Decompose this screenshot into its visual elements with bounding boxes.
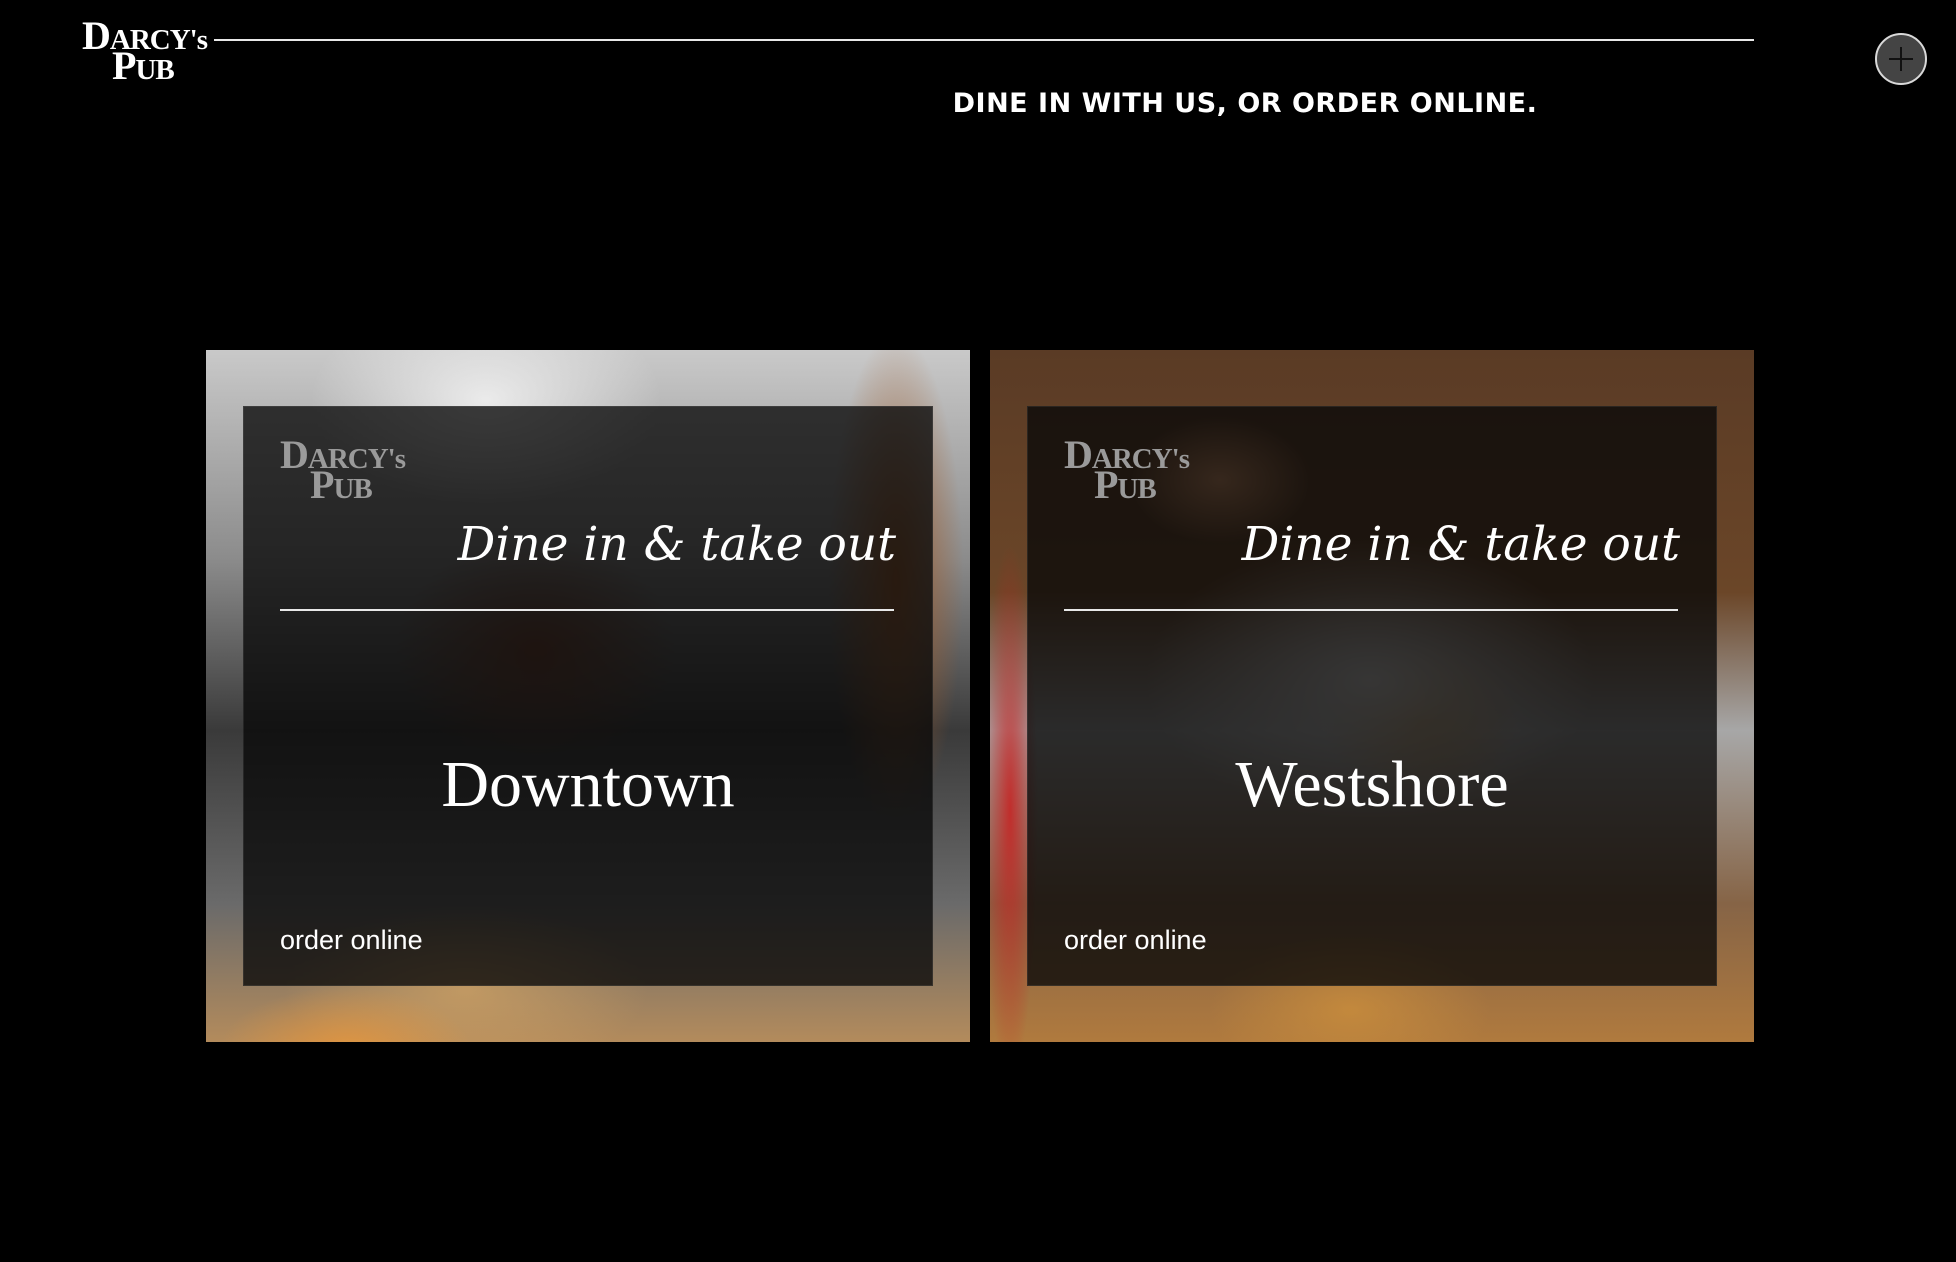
- brand-logo[interactable]: DARCY's PUB: [82, 16, 220, 86]
- location-card-westshore[interactable]: DARCY's PUB Dine in & take out Westshore…: [990, 350, 1754, 1042]
- location-name: Westshore: [1235, 748, 1509, 821]
- page-tagline: DINE IN WITH US, OR ORDER ONLINE.: [952, 88, 1538, 119]
- menu-toggle-button[interactable]: [1875, 33, 1927, 85]
- panel-logo: DARCY's PUB: [280, 432, 406, 507]
- logo-word-pub: PUB: [112, 43, 175, 88]
- panel-divider: [280, 609, 894, 611]
- panel-divider: [1064, 609, 1678, 611]
- location-subtitle: Dine in & take out: [1241, 517, 1680, 572]
- order-online-link[interactable]: order online: [280, 925, 423, 956]
- location-name: Downtown: [441, 748, 735, 821]
- order-online-link[interactable]: order online: [1064, 925, 1207, 956]
- location-subtitle: Dine in & take out: [457, 517, 896, 572]
- location-panel: DARCY's PUB Dine in & take out Downtown …: [243, 406, 933, 986]
- panel-logo: DARCY's PUB: [1064, 432, 1190, 507]
- header-divider: [214, 39, 1754, 41]
- location-card-downtown[interactable]: DARCY's PUB Dine in & take out Downtown …: [206, 350, 970, 1042]
- location-panel: DARCY's PUB Dine in & take out Westshore…: [1027, 406, 1717, 986]
